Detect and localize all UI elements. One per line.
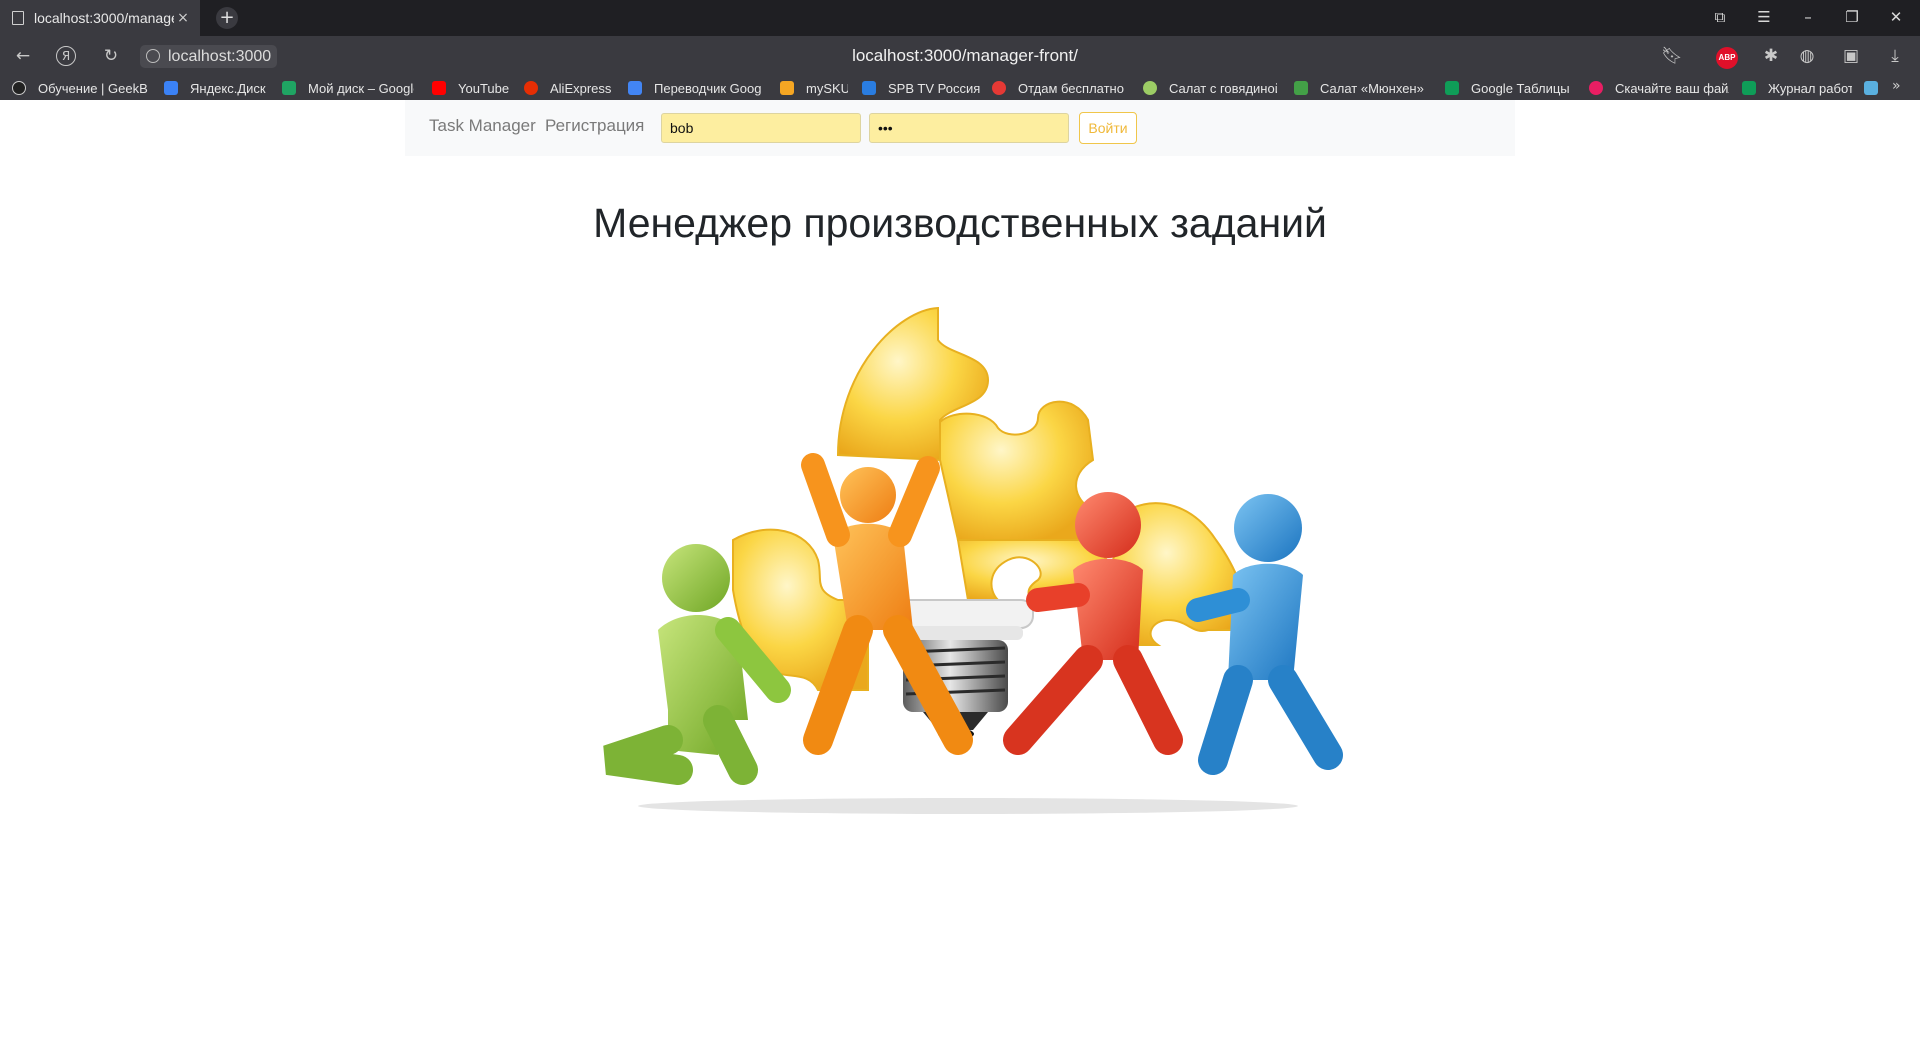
bookmarks-bar: Обучение | GeekBrains Яндекс.Диск Мой ди…: [0, 76, 1920, 100]
downloads-icon[interactable]: ⤓: [1884, 45, 1906, 67]
adblock-icon[interactable]: ABP: [1716, 47, 1738, 69]
bookmark-item[interactable]: YouTube: [432, 79, 514, 97]
minimize-icon[interactable]: –: [1798, 8, 1818, 26]
bookmark-favicon-icon: [164, 81, 178, 95]
bookmark-item[interactable]: AliExpress: [524, 79, 616, 97]
bookmark-item[interactable]: Яндекс.Диск: [164, 79, 274, 97]
bookmark-item[interactable]: Журнал работ: [1742, 79, 1852, 97]
password-input[interactable]: [869, 113, 1069, 143]
bookmark-favicon-icon: [12, 81, 26, 95]
reload-icon[interactable]: ↻: [100, 45, 122, 67]
bookmark-item[interactable]: Отдам бесплатно: [992, 79, 1128, 97]
recipe-icon: [1294, 81, 1308, 95]
translate-icon: [628, 81, 642, 95]
register-link[interactable]: Регистрация: [545, 116, 644, 136]
bookmark-item[interactable]: Мой диск – Google Диск: [282, 79, 414, 97]
vpn-globe-icon[interactable]: ◍: [1796, 45, 1818, 67]
extension-icon[interactable]: ✱: [1760, 45, 1782, 67]
document-icon: [12, 11, 24, 25]
address-host-text: localhost:3000: [168, 48, 272, 65]
login-input[interactable]: [661, 113, 861, 143]
bookmark-item[interactable]: SPB TV Россия: [862, 79, 980, 97]
sheets-icon: [1742, 81, 1756, 95]
address-bar[interactable]: localhost:3000/manager-front/: [700, 45, 1230, 67]
collections-icon[interactable]: ▣: [1840, 45, 1862, 67]
bookmark-item[interactable]: mySKU: [780, 79, 848, 97]
bookmark-item[interactable]: Салат с говядиной: [1143, 79, 1277, 97]
browser-toolbar: ← Я ↻ localhost:3000 localhost:3000/mana…: [0, 36, 1920, 76]
bookmark-favicon-icon: [282, 81, 296, 95]
download-site-icon: [1589, 81, 1603, 95]
bookmark-favicon-icon: [1864, 81, 1878, 95]
bookmark-icon[interactable]: 🔖︎: [1661, 45, 1683, 67]
bookmark-item[interactable]: Скачайте ваш файл: [1589, 79, 1729, 97]
teamwork-lightbulb-illustration: [603, 306, 1343, 814]
brand-link[interactable]: Task Manager: [429, 116, 536, 136]
aliexpress-icon: [524, 81, 538, 95]
bookmark-item[interactable]: [1864, 79, 1882, 97]
bookmark-item[interactable]: Google Таблицы: [1445, 79, 1575, 97]
pencil-icon: [780, 81, 794, 95]
recipe-icon: [1143, 81, 1157, 95]
close-window-icon[interactable]: ✕: [1886, 8, 1906, 26]
close-tab-icon[interactable]: ×: [174, 10, 192, 26]
active-tab[interactable]: localhost:3000/manager-front/ ×: [0, 0, 200, 36]
giveaway-icon: [992, 81, 1006, 95]
back-icon[interactable]: ←: [12, 45, 34, 67]
menu-icon[interactable]: ☰: [1754, 8, 1774, 26]
page-title: Менеджер производственных заданий: [593, 200, 1327, 246]
new-tab-button[interactable]: +: [216, 7, 238, 29]
tab-title: localhost:3000/manager-front/: [34, 10, 174, 26]
address-host[interactable]: localhost:3000: [140, 45, 278, 68]
sheets-icon: [1445, 81, 1459, 95]
app-navbar: Task Manager Регистрация Войти: [405, 100, 1515, 156]
login-button[interactable]: Войти: [1079, 112, 1137, 144]
bookmark-item[interactable]: Салат «Мюнхен» с: [1294, 79, 1428, 97]
bookmark-item[interactable]: Переводчик Google: [628, 79, 762, 97]
more-bookmarks-icon[interactable]: »: [1892, 78, 1901, 94]
bookmark-item[interactable]: Обучение | GeekBrains: [12, 79, 148, 97]
spbtv-icon: [862, 81, 876, 95]
yandex-icon[interactable]: Я: [56, 46, 76, 66]
youtube-icon: [432, 81, 446, 95]
ground-shadow: [638, 798, 1298, 814]
tabs-list-icon[interactable]: ⧉: [1710, 8, 1730, 26]
restore-icon[interactable]: ❐: [1842, 8, 1862, 26]
tab-bar: localhost:3000/manager-front/ × + ⧉ ☰ – …: [0, 0, 1920, 36]
site-info-icon[interactable]: [146, 49, 160, 63]
